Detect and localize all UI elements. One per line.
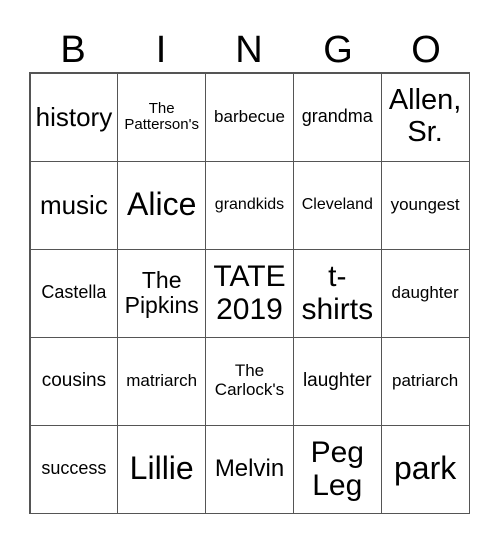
bingo-cell[interactable]: cousins: [29, 336, 119, 426]
bingo-cell[interactable]: grandkids: [205, 160, 294, 250]
bingo-cell[interactable]: history: [29, 72, 119, 162]
header-letter-i: I: [155, 29, 167, 71]
bingo-cell[interactable]: t- shirts: [292, 248, 382, 338]
bingo-cell[interactable]: success: [29, 424, 119, 514]
bingo-cell[interactable]: daughter: [380, 248, 470, 338]
bingo-cell[interactable]: Alice: [117, 160, 207, 250]
bingo-cell[interactable]: The Pipkins: [117, 248, 207, 338]
bingo-cell[interactable]: barbecue: [205, 72, 294, 162]
bingo-cell[interactable]: The Patterson's: [117, 72, 207, 162]
bingo-cell[interactable]: youngest: [380, 160, 470, 250]
header-letter-b: B: [60, 29, 86, 71]
bingo-cell[interactable]: Lillie: [117, 424, 207, 514]
bingo-cell[interactable]: Cleveland: [292, 160, 382, 250]
bingo-cell[interactable]: grandma: [292, 72, 382, 162]
bingo-cell[interactable]: patriarch: [380, 336, 470, 426]
bingo-cell[interactable]: laughter: [292, 336, 382, 426]
bingo-cell[interactable]: Allen, Sr.: [380, 72, 470, 162]
bingo-cell[interactable]: music: [29, 160, 119, 250]
bingo-cell[interactable]: matriarch: [117, 336, 207, 426]
bingo-cell[interactable]: Castella: [29, 248, 119, 338]
header-letter-g: G: [323, 29, 353, 71]
bingo-cell[interactable]: TATE 2019: [205, 248, 294, 338]
bingo-cell[interactable]: Melvin: [205, 424, 294, 514]
bingo-cell[interactable]: The Carlock's: [205, 336, 294, 426]
bingo-grid: history The Patterson's barbecue grandma All…: [29, 72, 470, 514]
bingo-cell[interactable]: Peg Leg: [292, 424, 382, 514]
bingo-cell[interactable]: park: [380, 424, 470, 514]
header-letter-o: O: [411, 29, 441, 71]
header-letter-n: N: [235, 29, 263, 71]
